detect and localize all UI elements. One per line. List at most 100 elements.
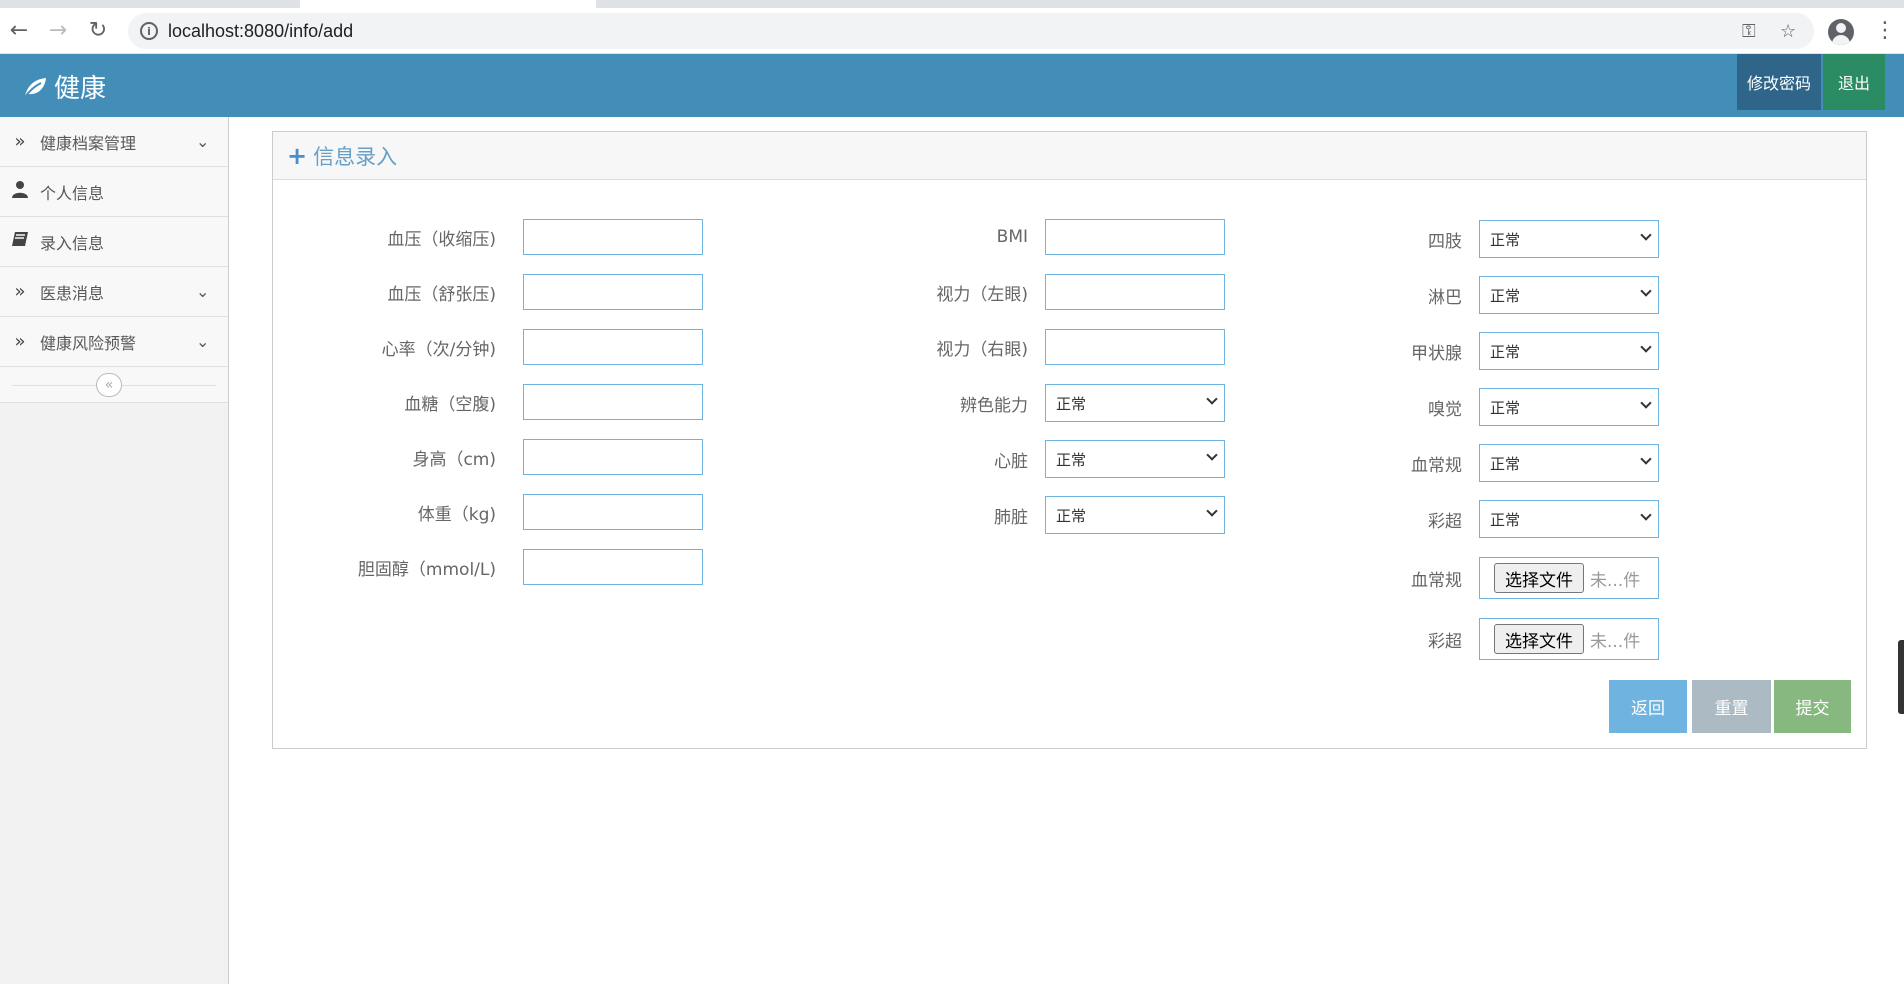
field-label: 淋巴 bbox=[1428, 287, 1462, 308]
leaf-icon bbox=[24, 77, 46, 98]
field-label: 彩超 bbox=[1428, 631, 1462, 652]
field-label: 嗅觉 bbox=[1428, 399, 1462, 420]
choose-file-button[interactable]: 选择文件 bbox=[1494, 624, 1584, 654]
form-group-lungs: 肺脏 正常 bbox=[820, 496, 1225, 534]
field-label: 血糖（空腹) bbox=[404, 394, 496, 415]
back-button[interactable]: 返回 bbox=[1609, 680, 1687, 733]
limbs-select[interactable]: 正常 bbox=[1479, 220, 1659, 258]
reset-button[interactable]: 重置 bbox=[1692, 680, 1771, 733]
chevron-down-icon bbox=[1640, 341, 1652, 353]
info-icon[interactable]: i bbox=[140, 22, 158, 40]
ultrasound-select[interactable]: 正常 bbox=[1479, 500, 1659, 538]
form-group-diastolic: 血压（舒张压) bbox=[300, 274, 703, 310]
form-group-heart-rate: 心率（次/分钟) bbox=[300, 329, 703, 365]
menu-icon[interactable]: ⋮ bbox=[1874, 18, 1896, 43]
select-value: 正常 bbox=[1056, 450, 1087, 469]
form-group-ultrasound-file: 彩超 选择文件 未...件 bbox=[1340, 618, 1659, 660]
app-header: 健康 修改密码 退出 bbox=[0, 54, 1904, 117]
sidebar-item-label: 个人信息 bbox=[40, 183, 105, 203]
chevron-down-icon bbox=[1640, 229, 1652, 241]
thyroid-select[interactable]: 正常 bbox=[1479, 332, 1659, 370]
vision-right-input[interactable] bbox=[1045, 329, 1225, 365]
choose-file-button[interactable]: 选择文件 bbox=[1494, 563, 1584, 593]
sidebar-item-label: 健康档案管理 bbox=[40, 133, 137, 153]
star-icon[interactable]: ☆ bbox=[1780, 21, 1796, 42]
chevron-down-icon bbox=[1640, 285, 1652, 297]
form-group-blood-routine: 血常规 正常 bbox=[1340, 444, 1659, 482]
double-chevron-right-icon: » bbox=[14, 131, 26, 152]
vision-left-input[interactable] bbox=[1045, 274, 1225, 310]
submit-button[interactable]: 提交 bbox=[1774, 680, 1851, 733]
heart-select[interactable]: 正常 bbox=[1045, 440, 1225, 478]
brand[interactable]: 健康 bbox=[22, 68, 106, 105]
side-scroll-handle[interactable] bbox=[1898, 640, 1904, 714]
systolic-input[interactable] bbox=[523, 219, 703, 255]
form-group-bmi: BMI bbox=[820, 219, 1225, 255]
panel-header: + 信息录入 bbox=[273, 132, 1866, 180]
field-label: 体重（kg) bbox=[417, 504, 496, 525]
field-label: 辨色能力 bbox=[960, 395, 1028, 416]
height-input[interactable] bbox=[523, 439, 703, 475]
form-group-lymph: 淋巴 正常 bbox=[1340, 276, 1659, 314]
form-group-color-vision: 辨色能力 正常 bbox=[820, 384, 1225, 422]
form-group-systolic: 血压（收缩压) bbox=[300, 219, 703, 255]
collapse-sidebar-icon[interactable]: « bbox=[96, 373, 122, 397]
form-group-thyroid: 甲状腺 正常 bbox=[1340, 332, 1659, 370]
ultrasound-file-input[interactable]: 选择文件 未...件 bbox=[1479, 618, 1659, 660]
form-group-weight: 体重（kg) bbox=[300, 494, 703, 530]
file-name: 未...件 bbox=[1590, 631, 1641, 652]
field-label: 心率（次/分钟) bbox=[381, 339, 496, 360]
field-label: 甲状腺 bbox=[1411, 343, 1462, 364]
lymph-select[interactable]: 正常 bbox=[1479, 276, 1659, 314]
chevron-down-icon bbox=[1640, 453, 1652, 465]
reload-icon[interactable]: ↻ bbox=[85, 18, 111, 44]
chevron-down-icon bbox=[1206, 393, 1218, 405]
sidebar-item-risk-warning[interactable]: » 健康风险预警 ⌄ bbox=[0, 317, 228, 367]
smell-select[interactable]: 正常 bbox=[1479, 388, 1659, 426]
color-vision-select[interactable]: 正常 bbox=[1045, 384, 1225, 422]
form-group-limbs: 四肢 正常 bbox=[1340, 220, 1659, 258]
user-icon bbox=[10, 180, 30, 203]
form-group-height: 身高（cm) bbox=[300, 439, 703, 475]
browser-toolbar: ← → ↻ i localhost:8080/info/add ⚿ ☆ ⋮ bbox=[0, 8, 1904, 54]
field-label: 胆固醇（mmol/L) bbox=[357, 559, 496, 580]
diastolic-input[interactable] bbox=[523, 274, 703, 310]
cholesterol-input[interactable] bbox=[523, 549, 703, 585]
profile-icon[interactable] bbox=[1828, 19, 1854, 45]
back-icon[interactable]: ← bbox=[6, 18, 32, 44]
sidebar-item-enter-info[interactable]: 录入信息 bbox=[0, 217, 228, 267]
bmi-input[interactable] bbox=[1045, 219, 1225, 255]
brand-title: 健康 bbox=[54, 74, 107, 104]
form-group-blood-sugar: 血糖（空腹) bbox=[300, 384, 703, 420]
form-group-blood-routine-file: 血常规 选择文件 未...件 bbox=[1340, 557, 1659, 599]
chevron-down-icon: ⌄ bbox=[196, 332, 210, 351]
form-group-ultrasound: 彩超 正常 bbox=[1340, 500, 1659, 538]
blood-routine-file-input[interactable]: 选择文件 未...件 bbox=[1479, 557, 1659, 599]
address-bar[interactable]: i localhost:8080/info/add ⚿ ☆ bbox=[128, 13, 1814, 49]
weight-input[interactable] bbox=[523, 494, 703, 530]
sidebar-item-health-records[interactable]: » 健康档案管理 ⌄ bbox=[0, 117, 228, 167]
select-value: 正常 bbox=[1490, 286, 1521, 305]
sidebar: » 健康档案管理 ⌄ 个人信息 录入信息 » 医患消息 ⌄ » 健康风险预警 ⌄… bbox=[0, 117, 229, 984]
key-icon[interactable]: ⚿ bbox=[1742, 21, 1756, 42]
browser-tab[interactable] bbox=[300, 0, 596, 8]
form-group-cholesterol: 胆固醇（mmol/L) bbox=[300, 549, 703, 585]
url-text[interactable]: localhost:8080/info/add bbox=[168, 21, 353, 42]
blood-sugar-input[interactable] bbox=[523, 384, 703, 420]
chevron-down-icon bbox=[1640, 509, 1652, 521]
logout-button[interactable]: 退出 bbox=[1823, 54, 1885, 110]
field-label: 血压（舒张压) bbox=[387, 284, 496, 305]
blood-routine-select[interactable]: 正常 bbox=[1479, 444, 1659, 482]
form-group-smell: 嗅觉 正常 bbox=[1340, 388, 1659, 426]
select-value: 正常 bbox=[1490, 342, 1521, 361]
change-password-button[interactable]: 修改密码 bbox=[1737, 54, 1821, 110]
sidebar-item-personal-info[interactable]: 个人信息 bbox=[0, 167, 228, 217]
sidebar-collapse-row: « bbox=[0, 367, 228, 403]
sidebar-item-label: 健康风险预警 bbox=[40, 333, 137, 353]
heart-rate-input[interactable] bbox=[523, 329, 703, 365]
form-group-heart: 心脏 正常 bbox=[820, 440, 1225, 478]
field-label: 视力（左眼) bbox=[936, 284, 1028, 305]
sidebar-item-messages[interactable]: » 医患消息 ⌄ bbox=[0, 267, 228, 317]
lungs-select[interactable]: 正常 bbox=[1045, 496, 1225, 534]
forward-icon[interactable]: → bbox=[45, 18, 71, 44]
